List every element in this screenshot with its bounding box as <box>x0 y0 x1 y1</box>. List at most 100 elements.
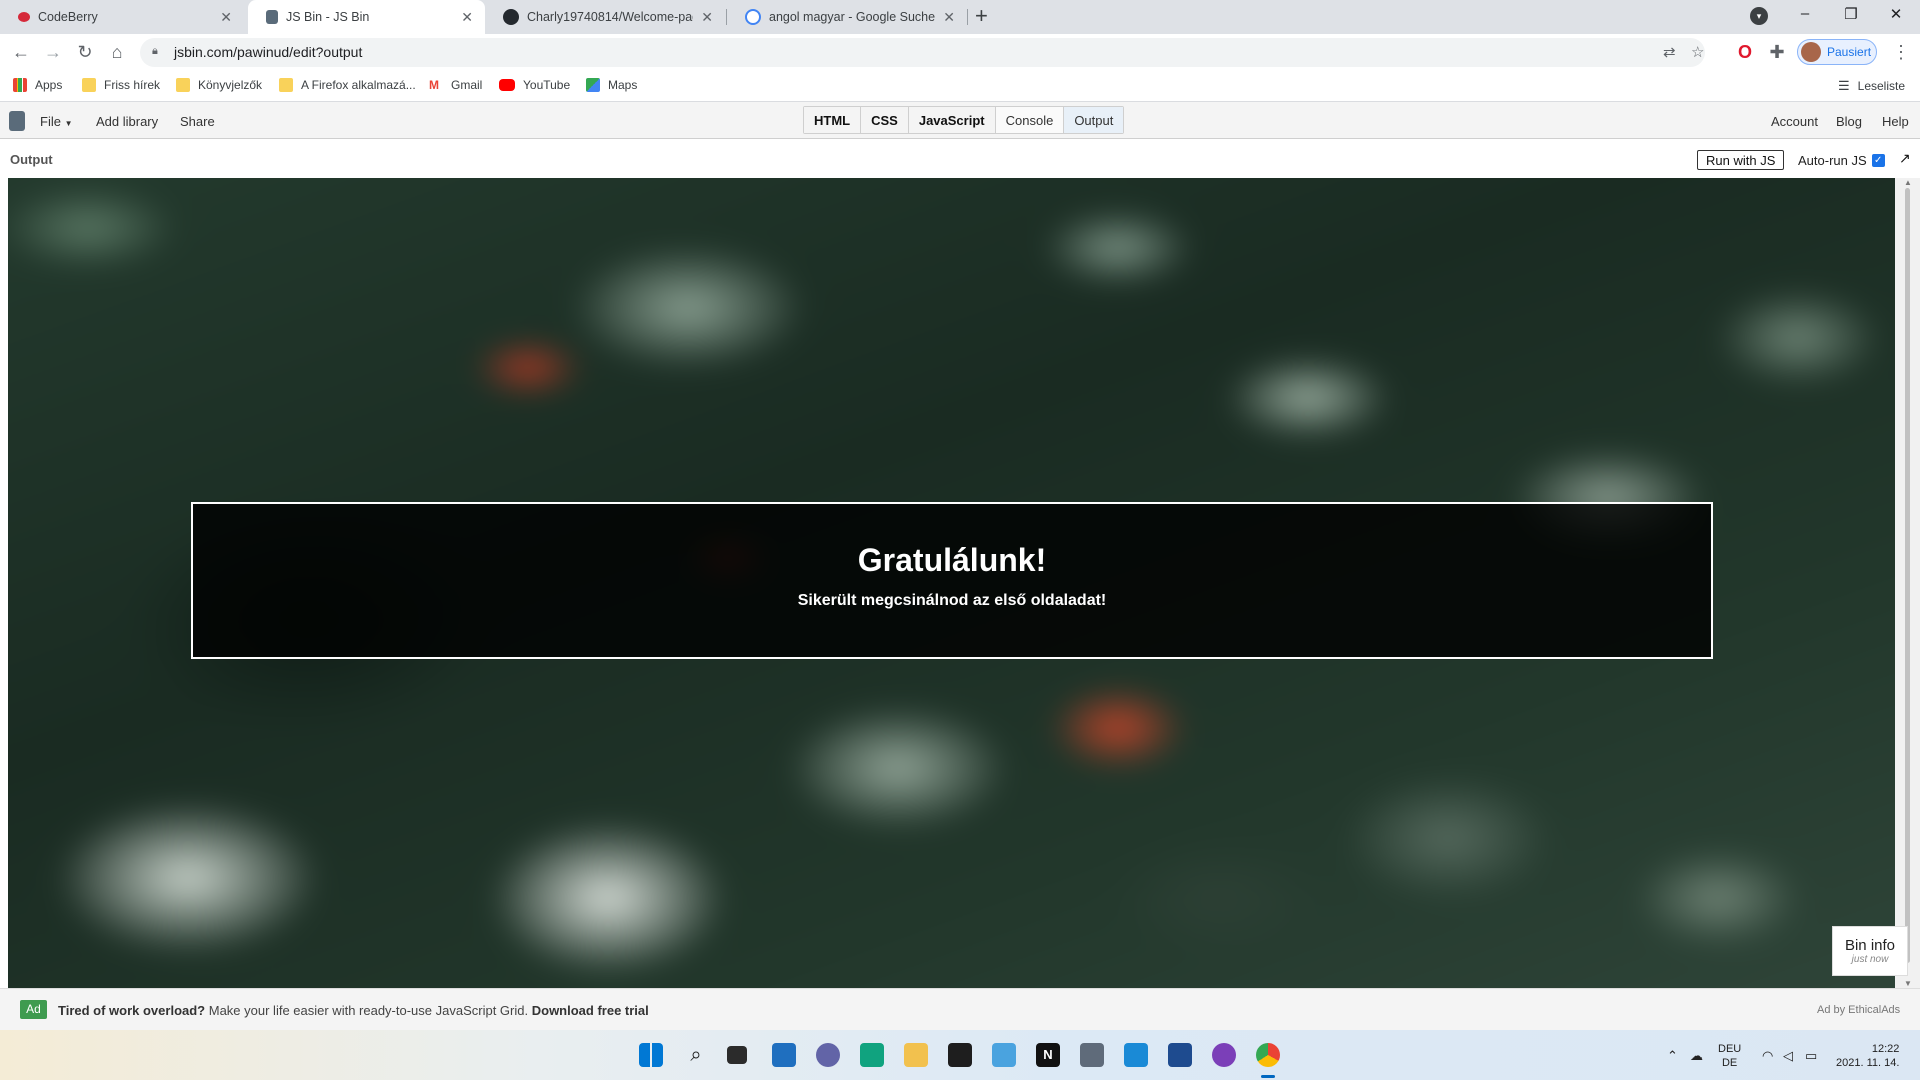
close-tab-icon[interactable]: ✕ <box>701 9 713 26</box>
windows-taskbar: ⌕ N ⌃ ☁ DEU DE ◠ ◁ ▭ 12:22 2021. 11. 14. <box>0 1030 1920 1080</box>
close-tab-icon[interactable]: ✕ <box>220 9 232 26</box>
bin-info-title: Bin info <box>1844 937 1896 954</box>
output-header: Output Run with JS Auto-run JS ✓ ↗ <box>0 139 1920 178</box>
chrome-icon[interactable] <box>1256 1043 1280 1067</box>
ad-text[interactable]: Tired of work overload? Make your life e… <box>58 1003 649 1018</box>
chevron-up-icon[interactable]: ⌃ <box>1667 1048 1678 1064</box>
language-indicator[interactable]: DEU DE <box>1718 1042 1741 1070</box>
minimize-button[interactable]: – <box>1795 5 1815 22</box>
task-view-icon[interactable] <box>727 1046 747 1064</box>
tab-css[interactable]: CSS <box>861 107 909 133</box>
notepad-icon[interactable] <box>992 1043 1016 1067</box>
autorun-toggle[interactable]: Auto-run JS ✓ <box>1798 153 1885 168</box>
output-scrollbar[interactable]: ▲ ▼ <box>1895 178 1920 988</box>
address-bar[interactable]: 🔒︎ jsbin.com/pawinud/edit?output ⇄ ☆ <box>140 38 1705 67</box>
new-tab-button[interactable]: + <box>975 5 988 27</box>
reload-icon[interactable]: ↻ <box>74 41 96 63</box>
bookmark-label: Könyvjelzők <box>198 78 263 92</box>
calculator-icon[interactable] <box>1080 1043 1104 1067</box>
onedrive-icon[interactable]: ☁ <box>1690 1048 1703 1064</box>
tab-codeberry[interactable]: CodeBerry ✕ <box>0 0 244 34</box>
close-window-button[interactable]: ✕ <box>1886 5 1906 23</box>
folder-icon <box>279 78 293 92</box>
bookmark-konyvjelzok[interactable]: Könyvjelzők <box>176 78 262 92</box>
clock[interactable]: 12:22 2021. 11. 14. <box>1836 1042 1899 1070</box>
store-icon[interactable] <box>860 1043 884 1067</box>
tab-google[interactable]: angol magyar - Google Suche ✕ <box>727 0 967 34</box>
tab-output[interactable]: Output <box>1064 107 1124 133</box>
restore-button[interactable]: ❐ <box>1841 5 1861 23</box>
extensions-puzzle-icon[interactable]: ✚ <box>1766 41 1788 63</box>
battery-icon[interactable]: ▭ <box>1805 1048 1817 1064</box>
jsbin-icon <box>266 10 278 24</box>
tab-console[interactable]: Console <box>996 107 1065 133</box>
forward-icon[interactable]: → <box>42 41 64 63</box>
reading-list-button[interactable]: ☰ Leseliste <box>1838 78 1905 94</box>
bookmark-star-icon[interactable]: ☆ <box>1691 43 1704 61</box>
blog-link[interactable]: Blog <box>1836 114 1862 129</box>
lang-bottom: DE <box>1721 1057 1738 1069</box>
add-library-menu[interactable]: Add library <box>96 114 158 129</box>
account-link[interactable]: Account <box>1771 114 1818 129</box>
more-menu-icon[interactable]: ⋮ <box>1890 41 1912 63</box>
scrollbar-thumb[interactable] <box>1905 188 1910 963</box>
panel-toggles: HTML CSS JavaScript Console Output <box>803 106 1125 134</box>
share-menu[interactable]: Share <box>180 114 215 129</box>
help-link[interactable]: Help <box>1882 114 1909 129</box>
bin-info-button[interactable]: Bin info just now <box>1832 926 1908 976</box>
bookmark-gmail[interactable]: M Gmail <box>429 78 482 92</box>
terminal-icon[interactable] <box>948 1043 972 1067</box>
back-icon[interactable]: ← <box>10 41 32 63</box>
tab-title: angol magyar - Google Suche <box>769 10 936 24</box>
tab-title: CodeBerry <box>38 10 98 24</box>
bookmark-maps[interactable]: Maps <box>586 78 637 92</box>
windows-start-icon[interactable] <box>639 1043 663 1067</box>
volume-icon[interactable]: ◁ <box>1783 1048 1793 1064</box>
tab-github[interactable]: Charly19740814/Welcome-page ✕ <box>485 0 725 34</box>
tab-title: JS Bin - JS Bin <box>286 10 370 24</box>
bookmark-friss-hirek[interactable]: Friss hírek <box>82 78 160 92</box>
ad-attribution[interactable]: Ad by EthicalAds <box>1817 1004 1900 1016</box>
lock-icon: 🔒︎ <box>152 45 158 57</box>
file-menu[interactable]: File ▼ <box>40 114 73 129</box>
profile-button[interactable]: Pausiert <box>1797 39 1877 65</box>
chevron-down-icon: ▼ <box>64 119 73 128</box>
app-icon[interactable] <box>1168 1043 1192 1067</box>
vscode-icon[interactable] <box>1124 1043 1148 1067</box>
opera-extension-icon[interactable]: O <box>1734 41 1756 63</box>
message-box: Gratulálunk! Sikerült megcsinálnod az el… <box>191 502 1713 659</box>
tab-javascript[interactable]: JavaScript <box>908 107 996 133</box>
tab-html[interactable]: HTML <box>804 107 862 133</box>
notion-icon[interactable]: N <box>1036 1043 1060 1067</box>
scroll-down-icon[interactable]: ▼ <box>1904 979 1912 988</box>
close-tab-icon[interactable]: ✕ <box>461 9 473 26</box>
search-icon[interactable]: ⌕ <box>684 1044 708 1066</box>
bookmark-youtube[interactable]: YouTube <box>499 78 570 92</box>
maps-icon <box>586 78 600 92</box>
bookmark-apps[interactable]: Apps <box>13 78 62 92</box>
reading-list-icon: ☰ <box>1838 78 1850 93</box>
ad-cta[interactable]: Download free trial <box>532 1003 649 1018</box>
output-frame: Gratulálunk! Sikerült megcsinálnod az el… <box>8 178 1895 988</box>
teams-chat-icon[interactable] <box>816 1043 840 1067</box>
popout-icon[interactable]: ↗ <box>1899 150 1911 167</box>
jsbin-logo-icon[interactable] <box>9 111 25 131</box>
file-explorer-icon[interactable] <box>904 1043 928 1067</box>
scroll-up-icon[interactable]: ▲ <box>1904 178 1912 187</box>
file-menu-label: File <box>40 114 61 129</box>
folder-icon <box>176 78 190 92</box>
run-with-js-button[interactable]: Run with JS <box>1697 150 1785 170</box>
widgets-icon[interactable] <box>772 1043 796 1067</box>
translate-icon[interactable]: ⇄ <box>1663 43 1676 61</box>
wifi-icon[interactable]: ◠ <box>1762 1048 1773 1064</box>
home-icon[interactable]: ⌂ <box>106 41 128 63</box>
tab-jsbin[interactable]: JS Bin - JS Bin ✕ <box>248 0 485 34</box>
autorun-checkbox[interactable]: ✓ <box>1871 154 1885 167</box>
bookmark-firefox[interactable]: A Firefox alkalmazá... <box>279 78 416 92</box>
ad-badge: Ad <box>20 1000 47 1019</box>
tab-title: Charly19740814/Welcome-page <box>527 10 694 24</box>
purple-app-icon[interactable] <box>1212 1043 1236 1067</box>
bookmark-label: Maps <box>608 78 638 92</box>
tab-search-icon[interactable]: ▾ <box>1750 7 1768 25</box>
close-tab-icon[interactable]: ✕ <box>943 9 955 26</box>
